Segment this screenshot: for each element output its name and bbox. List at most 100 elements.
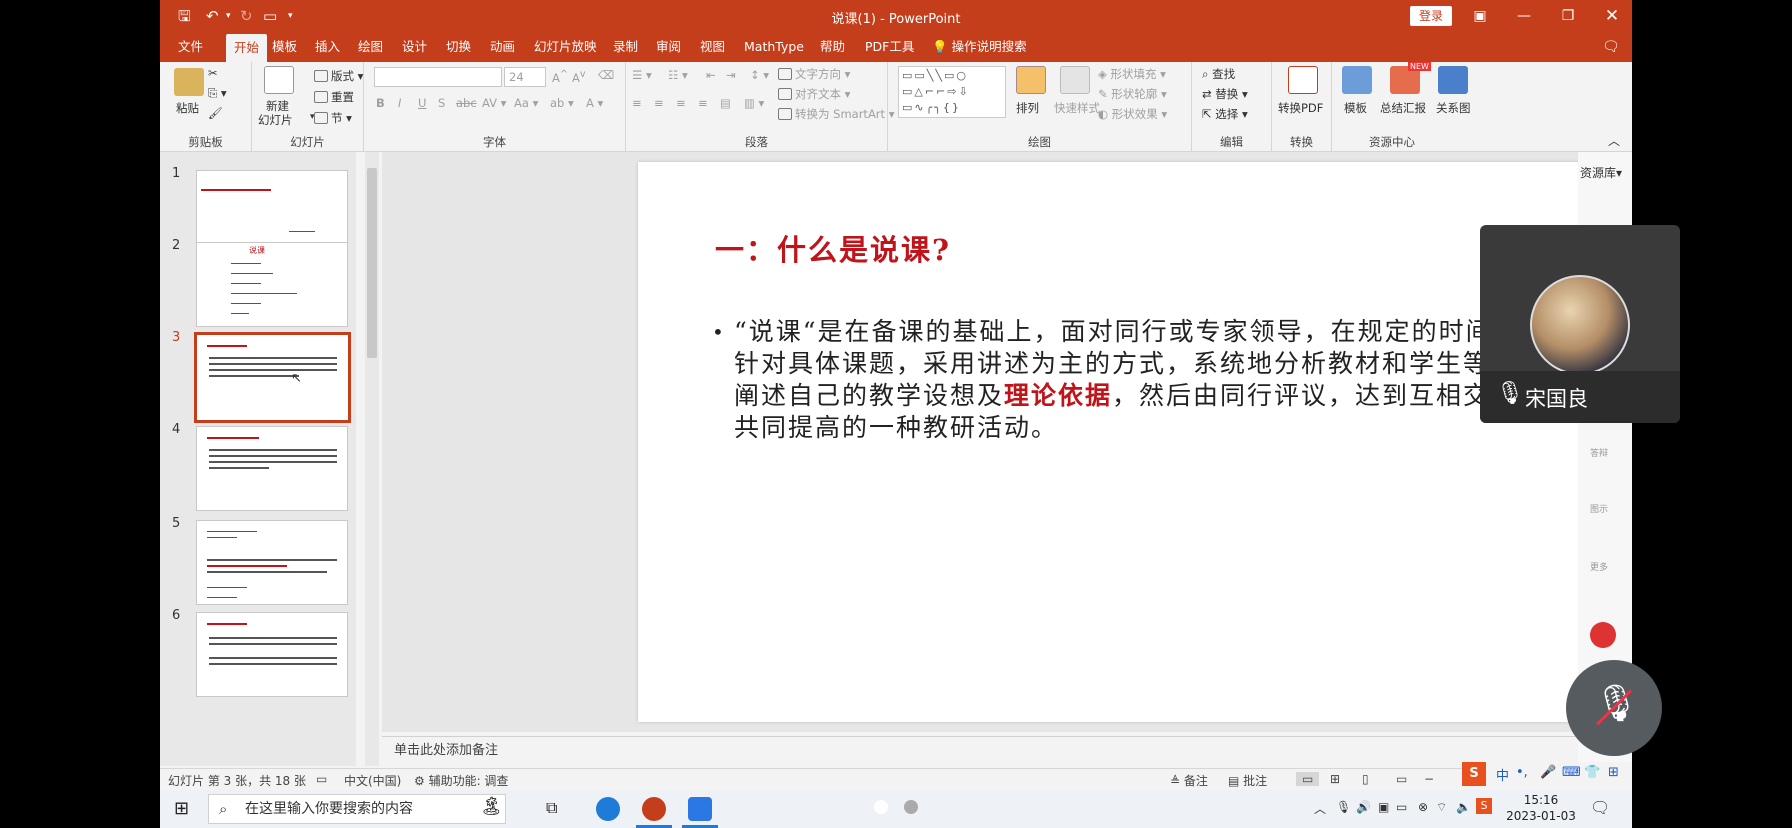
shape-fill-button[interactable]: ◈ 形状填充 ▾ (1098, 66, 1166, 82)
arrange-button[interactable]: 排列 (1016, 100, 1039, 116)
tab-transitions[interactable]: 切换 (444, 32, 473, 62)
align-text-button[interactable]: 对齐文本 ▾ (778, 86, 850, 102)
minimize-icon[interactable]: — (1506, 4, 1542, 28)
slide-thumbnail-6[interactable] (196, 612, 348, 697)
spellcheck-icon[interactable]: ▭ (316, 772, 327, 786)
skin-icon[interactable]: 👕 (1584, 765, 1600, 780)
normal-view-icon[interactable]: ▭ (1296, 772, 1320, 786)
tray-volume-icon[interactable]: 🔈 (1456, 800, 1471, 814)
notes-button[interactable]: ≜ 备注 (1170, 772, 1208, 789)
keyboard-icon[interactable]: ⌨ (1562, 765, 1581, 780)
tab-insert[interactable]: 插入 (313, 32, 342, 62)
cut-icon[interactable]: ✂ (208, 66, 218, 80)
shadow-icon[interactable]: S (438, 96, 445, 110)
ribbon-display-icon[interactable]: ▣ (1462, 4, 1498, 28)
align-left-icon[interactable]: ≡ (632, 96, 642, 110)
tray-microphone-icon[interactable]: 🎙 (1336, 800, 1351, 814)
speaker-video-tile[interactable]: 🎙 宋国良 (1480, 225, 1680, 423)
mute-button[interactable]: 🎙 (1566, 660, 1662, 756)
comments-icon[interactable]: 🗨 (1600, 32, 1622, 62)
bullets-icon[interactable]: ☰ ▾ (632, 68, 652, 82)
slideshow-view-icon[interactable]: ▭ (1396, 772, 1407, 786)
sogou-icon[interactable]: S (1462, 762, 1486, 786)
quick-styles-icon[interactable] (1060, 66, 1090, 94)
format-painter-icon[interactable]: 🖌 (208, 106, 223, 120)
relation-chart-icon[interactable] (1438, 66, 1468, 94)
ime-toolbar[interactable]: S 中 •, 🎤 ⌨ 👕 ⊞ (1462, 762, 1632, 786)
tray-camera-icon[interactable]: ▣ (1378, 800, 1389, 814)
slide-thumbnail-5[interactable] (196, 520, 348, 605)
slide-thumbnail-4[interactable] (196, 426, 348, 511)
taskbar-clock[interactable]: 15:16 2023-01-03 (1506, 792, 1576, 824)
font-color-icon[interactable]: A ▾ (586, 96, 603, 110)
tab-animations[interactable]: 动画 (488, 32, 517, 62)
slide-body-text[interactable]: • “说课“是在备课的基础上，面对同行或专家领导，在规定的时间内，针对具体课题，… (712, 316, 1564, 444)
side-item-defense[interactable]: 答辩 (1590, 446, 1608, 459)
bold-icon[interactable]: B (376, 96, 385, 110)
zoom-out-icon[interactable]: − (1424, 772, 1434, 786)
login-button[interactable]: 登录 (1410, 6, 1452, 26)
tab-help[interactable]: 帮助 (818, 32, 847, 62)
layout-button[interactable]: 版式 ▾ (314, 68, 363, 84)
pdf-icon[interactable] (1288, 66, 1318, 94)
tray-settings-icon[interactable]: ⊗ (1418, 800, 1428, 814)
notes-pane[interactable]: 单击此处添加备注 (382, 736, 1632, 766)
arrange-icon[interactable] (1016, 66, 1046, 94)
slide-title[interactable]: 一：什么是说课? (715, 227, 951, 269)
find-button[interactable]: ⌕ 查找 (1202, 66, 1235, 82)
powerpoint-taskbar-icon[interactable] (642, 797, 666, 821)
shape-outline-button[interactable]: ✎ 形状轮廓 ▾ (1098, 86, 1167, 102)
notification-icon[interactable]: 🗨 (1590, 798, 1610, 817)
replace-button[interactable]: ⇄ 替换 ▾ (1202, 86, 1248, 102)
select-button[interactable]: ⇱ 选择 ▾ (1202, 106, 1248, 122)
increase-indent-icon[interactable]: ⇥ (726, 68, 736, 82)
edge-icon[interactable] (596, 797, 620, 821)
paste-button[interactable]: 粘贴 (176, 100, 199, 116)
tab-draw[interactable]: 绘图 (356, 32, 385, 62)
tray-battery-icon[interactable]: ▭ (1396, 800, 1407, 814)
underline-icon[interactable]: U (418, 96, 426, 110)
slide-thumbnail-3[interactable]: ↖ (194, 332, 351, 423)
tray-sogou-icon[interactable]: S (1476, 798, 1492, 814)
reading-view-icon[interactable]: ▯ (1362, 772, 1369, 786)
slide-thumbnail-2[interactable]: 说课 (196, 242, 348, 327)
clear-format-icon[interactable]: ⌫ (598, 68, 614, 82)
toolbox-icon[interactable]: ⊞ (1608, 765, 1619, 780)
page-dot-active[interactable] (874, 800, 888, 814)
side-item-diagram[interactable]: 图示 (1590, 502, 1608, 515)
grow-font-icon[interactable]: A^ (552, 69, 568, 85)
template-button[interactable]: 模板 (1344, 100, 1367, 116)
template-icon[interactable] (1342, 66, 1372, 94)
align-center-icon[interactable]: ≡ (654, 96, 664, 110)
restore-icon[interactable]: ❐ (1550, 4, 1586, 28)
distribute-icon[interactable]: ▤ (720, 96, 731, 110)
tab-slideshow[interactable]: 幻灯片放映 (532, 32, 599, 62)
tab-review[interactable]: 审阅 (654, 32, 683, 62)
new-slide-icon[interactable] (264, 66, 294, 94)
side-item-more[interactable]: 更多 (1590, 560, 1608, 573)
justify-icon[interactable]: ≡ (698, 96, 708, 110)
font-size-field[interactable]: 24 (504, 67, 546, 87)
thumbnails-scroll-thumb[interactable] (367, 168, 377, 358)
shape-effects-button[interactable]: ◐ 形状效果 ▾ (1098, 106, 1167, 122)
decrease-indent-icon[interactable]: ⇤ (706, 68, 716, 82)
columns-icon[interactable]: ▥ ▾ (744, 96, 764, 110)
spacing-icon[interactable]: AV ▾ (482, 96, 506, 110)
tab-design[interactable]: 设计 (400, 32, 429, 62)
tray-speaker-icon[interactable]: 🔊 (1356, 800, 1371, 814)
collapse-ribbon-icon[interactable]: ︿ (1608, 132, 1620, 149)
italic-icon[interactable]: I (398, 96, 401, 110)
windows-start-icon[interactable]: ⊞ (174, 798, 189, 819)
font-name-field[interactable] (374, 67, 502, 87)
punctuation-icon[interactable]: •, (1516, 765, 1528, 780)
shrink-font-icon[interactable]: Av (572, 69, 586, 85)
strikethrough-icon[interactable]: abc (456, 96, 477, 110)
red-packet-icon[interactable] (1590, 622, 1616, 648)
tab-record[interactable]: 录制 (611, 32, 640, 62)
taskbar-search-box[interactable]: ⌕ 在这里输入你要搜索的内容 (208, 794, 506, 824)
tray-chevron-icon[interactable]: ︿ (1314, 800, 1326, 817)
summary-button[interactable]: 总结汇报 (1380, 100, 1426, 116)
voice-input-icon[interactable]: 🎤 (1540, 765, 1556, 780)
tray-wifi-icon[interactable]: ⌔ (1436, 800, 1447, 815)
relation-chart-button[interactable]: 关系图 (1436, 100, 1471, 116)
